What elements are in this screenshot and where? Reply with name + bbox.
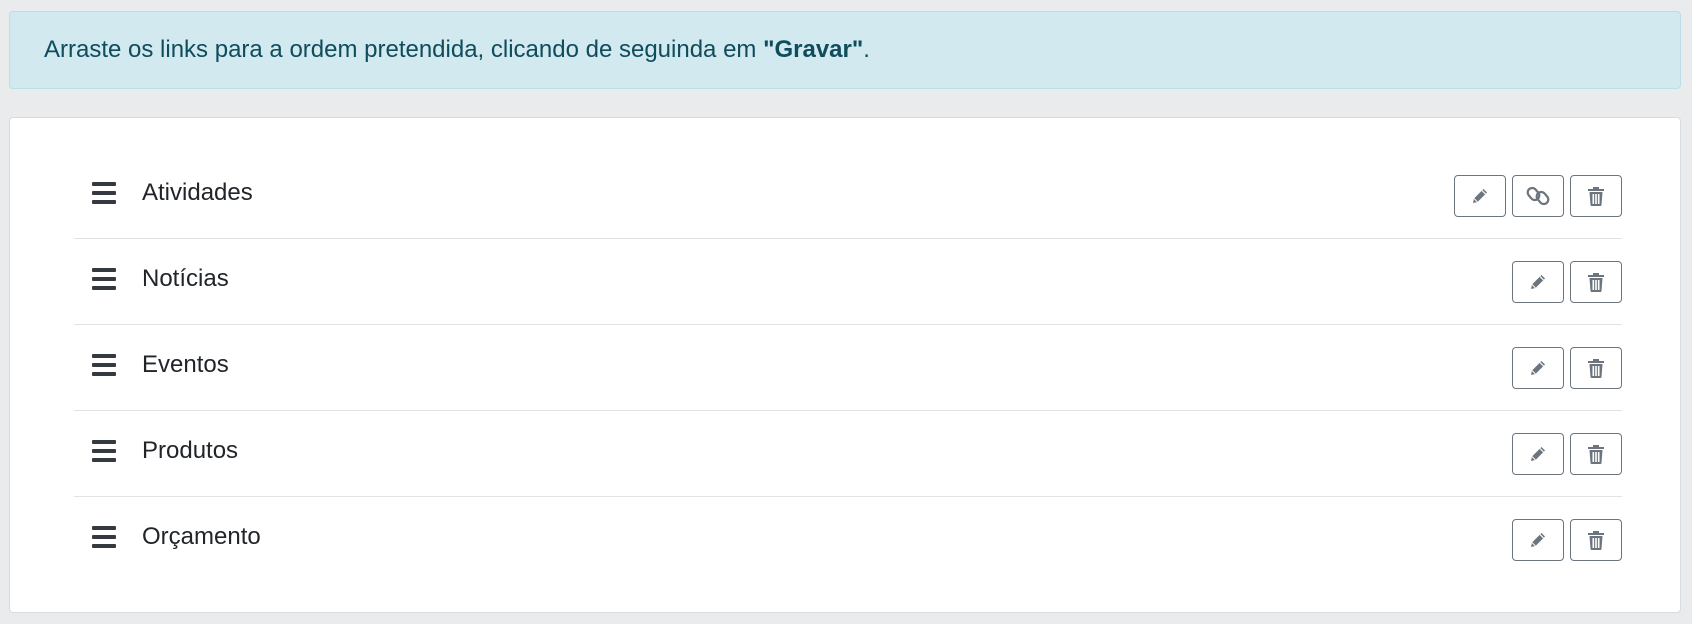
link-label: Produtos — [142, 436, 239, 464]
drag-handle-icon[interactable] — [92, 525, 116, 548]
link-label: Orçamento — [142, 522, 261, 550]
row-actions — [1512, 518, 1622, 561]
trash-icon — [1588, 272, 1604, 292]
link-label: Notícias — [142, 264, 229, 292]
row-actions — [1512, 432, 1622, 475]
list-item[interactable]: Eventos — [74, 325, 1622, 411]
edit-icon — [1473, 188, 1487, 203]
sortable-links-card: Atividades Notícias Eventos Produtos Orç… — [9, 117, 1681, 613]
edit-icon — [1531, 446, 1545, 461]
trash-icon — [1588, 358, 1604, 378]
edit-button[interactable] — [1512, 346, 1564, 389]
list-item[interactable]: Atividades — [74, 153, 1622, 239]
alert-text-before: Arraste os links para a ordem pretendida… — [44, 36, 764, 63]
edit-icon — [1531, 274, 1545, 289]
alert-text-after: . — [863, 36, 870, 63]
edit-icon — [1531, 532, 1545, 547]
link-icon — [1526, 186, 1550, 205]
delete-button[interactable] — [1570, 518, 1622, 561]
row-actions — [1512, 346, 1622, 389]
trash-icon — [1588, 444, 1604, 464]
link-label: Atividades — [142, 178, 253, 206]
info-alert: Arraste os links para a ordem pretendida… — [9, 11, 1681, 89]
edit-button[interactable] — [1512, 260, 1564, 303]
edit-icon — [1531, 360, 1545, 375]
link-label: Eventos — [142, 350, 229, 378]
drag-handle-icon[interactable] — [92, 439, 116, 462]
edit-button[interactable] — [1512, 518, 1564, 561]
edit-button[interactable] — [1512, 432, 1564, 475]
delete-button[interactable] — [1570, 346, 1622, 389]
trash-icon — [1588, 186, 1604, 206]
edit-button[interactable] — [1454, 174, 1506, 217]
alert-text-emphasis: "Gravar" — [763, 36, 864, 63]
row-actions — [1512, 260, 1622, 303]
delete-button[interactable] — [1570, 432, 1622, 475]
delete-button[interactable] — [1570, 174, 1622, 217]
delete-button[interactable] — [1570, 260, 1622, 303]
drag-handle-icon[interactable] — [92, 181, 116, 204]
alert-text: Arraste os links para a ordem pretendida… — [44, 36, 870, 64]
drag-handle-icon[interactable] — [92, 353, 116, 376]
list-item[interactable]: Produtos — [74, 411, 1622, 497]
sortable-links-list: Atividades Notícias Eventos Produtos Orç… — [74, 153, 1622, 582]
drag-handle-icon[interactable] — [92, 267, 116, 290]
list-item[interactable]: Orçamento — [74, 497, 1622, 582]
link-button[interactable] — [1512, 174, 1564, 217]
list-item[interactable]: Notícias — [74, 239, 1622, 325]
trash-icon — [1588, 530, 1604, 550]
row-actions — [1454, 174, 1622, 217]
